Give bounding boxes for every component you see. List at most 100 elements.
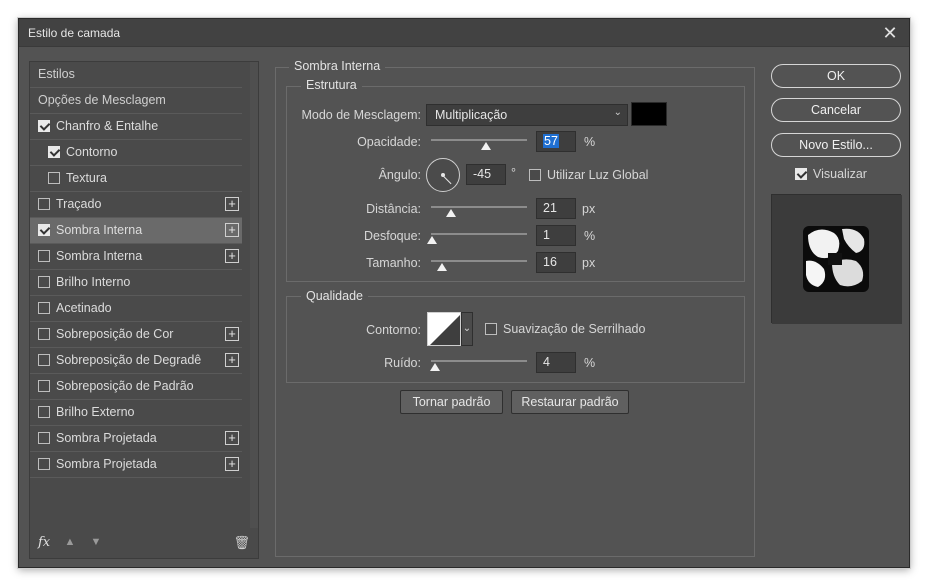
sidebar-item-label: Acetinado (56, 301, 112, 315)
sidebar-item-bevel-emboss[interactable]: Chanfro & Entalhe (30, 114, 242, 140)
checkbox[interactable] (38, 458, 50, 470)
size-input[interactable]: 16 (536, 252, 576, 273)
checkbox[interactable] (529, 169, 541, 181)
add-icon[interactable]: + (225, 249, 239, 263)
make-default-button[interactable]: Tornar padrão (400, 390, 503, 414)
angle-label: Ângulo: (378, 168, 421, 182)
opacity-input[interactable]: 57 (536, 131, 576, 152)
slider-thumb[interactable] (426, 236, 437, 244)
checkbox[interactable] (38, 432, 50, 444)
slider-thumb[interactable] (436, 263, 447, 271)
sidebar-scrollbar[interactable] (250, 62, 258, 528)
trash-icon[interactable]: 🗑 (233, 535, 250, 551)
sidebar-item-satin[interactable]: Acetinado (30, 296, 242, 322)
sidebar-item-label: Traçado (56, 197, 102, 211)
shadow-color-swatch[interactable] (631, 102, 667, 126)
sidebar-item-stroke[interactable]: Traçado + (30, 192, 242, 218)
checkbox[interactable] (485, 323, 497, 335)
sidebar-item-drop-shadow[interactable]: Sombra Projetada + (30, 426, 242, 452)
sidebar-item-drop-shadow-2[interactable]: Sombra Projetada + (30, 452, 242, 478)
sidebar-item-inner-shadow-active[interactable]: Sombra Interna + (30, 218, 242, 244)
choke-value: 1 (543, 228, 550, 242)
opacity-slider[interactable] (431, 137, 527, 151)
sidebar-item-texture[interactable]: Textura (30, 166, 242, 192)
add-icon[interactable]: + (225, 353, 239, 367)
sidebar-styles-header[interactable]: Estilos (30, 62, 242, 88)
distance-input[interactable]: 21 (536, 198, 576, 219)
sidebar-item-gradient-overlay[interactable]: Sobreposição de Degradê + (30, 348, 242, 374)
angle-needle (442, 175, 452, 185)
dialog-title: Estilo de camada (28, 26, 121, 40)
global-light-checkbox[interactable]: Utilizar Luz Global (529, 168, 648, 182)
slider-track (431, 233, 527, 235)
sidebar-item-pattern-overlay[interactable]: Sobreposição de Padrão (30, 374, 242, 400)
preview-checkbox[interactable]: Visualizar (795, 167, 867, 181)
checkbox[interactable] (795, 168, 807, 180)
checkbox[interactable] (38, 328, 50, 340)
ok-button[interactable]: OK (771, 64, 901, 88)
slider-track (431, 260, 527, 262)
title-bar: Estilo de camada ✕ (19, 19, 909, 47)
blend-mode-value: Multiplicação (435, 108, 508, 122)
sidebar-item-inner-shadow[interactable]: Sombra Interna + (30, 244, 242, 270)
antialias-checkbox[interactable]: Suavização de Serrilhado (485, 322, 645, 336)
angle-input[interactable]: -45 (466, 164, 506, 185)
angle-dial[interactable] (426, 158, 460, 192)
move-up-icon[interactable]: ▲ (64, 536, 76, 548)
preview-thumbnail (772, 195, 902, 324)
checkbox[interactable] (38, 250, 50, 262)
checkbox[interactable] (38, 302, 50, 314)
global-light-label: Utilizar Luz Global (547, 168, 649, 182)
new-style-button[interactable]: Novo Estilo... (771, 133, 901, 157)
slider-track (431, 139, 527, 141)
choke-input[interactable]: 1 (536, 225, 576, 246)
noise-value: 4 (543, 355, 550, 369)
add-icon[interactable]: + (225, 327, 239, 341)
choke-label: Desfoque: (364, 229, 421, 243)
contour-dropdown[interactable]: ⌄ (461, 312, 473, 346)
blend-mode-select[interactable]: Multiplicação ⌄ (426, 104, 628, 126)
checkbox[interactable] (38, 406, 50, 418)
sidebar-item-outer-glow[interactable]: Brilho Externo (30, 400, 242, 426)
add-icon[interactable]: + (225, 197, 239, 211)
checkbox[interactable] (38, 276, 50, 288)
contour-preview[interactable] (427, 312, 461, 346)
close-icon[interactable]: ✕ (879, 22, 901, 44)
angle-unit: ° (511, 166, 516, 180)
blend-mode-label: Modo de Mesclagem: (301, 108, 421, 122)
checkbox[interactable] (38, 380, 50, 392)
add-icon[interactable]: + (225, 457, 239, 471)
slider-thumb[interactable] (429, 363, 440, 371)
slider-thumb[interactable] (480, 142, 491, 150)
cancel-button[interactable]: Cancelar (771, 98, 901, 122)
reset-default-button[interactable]: Restaurar padrão (511, 390, 629, 414)
sidebar-item-label: Brilho Interno (56, 275, 131, 289)
noise-slider[interactable] (429, 358, 527, 372)
sidebar-blending-options[interactable]: Opções de Mesclagem (30, 88, 242, 114)
choke-slider[interactable] (426, 231, 527, 245)
slider-thumb[interactable] (446, 209, 457, 217)
distance-slider[interactable] (431, 204, 527, 218)
checkbox[interactable] (38, 224, 50, 236)
sidebar-item-inner-glow[interactable]: Brilho Interno (30, 270, 242, 296)
add-icon[interactable]: + (225, 223, 239, 237)
fx-icon[interactable]: fx (38, 535, 50, 550)
checkbox[interactable] (48, 146, 60, 158)
checkbox[interactable] (38, 120, 50, 132)
preview-label: Visualizar (813, 167, 867, 181)
checkbox[interactable] (38, 198, 50, 210)
checkbox[interactable] (38, 354, 50, 366)
size-slider[interactable] (431, 258, 527, 272)
sidebar-item-contour[interactable]: Contorno (30, 140, 242, 166)
opacity-value: 57 (543, 134, 559, 148)
move-down-icon[interactable]: ▼ (90, 536, 102, 548)
noise-input[interactable]: 4 (536, 352, 576, 373)
checkbox[interactable] (48, 172, 60, 184)
add-icon[interactable]: + (225, 431, 239, 445)
structure-legend: Estrutura (301, 78, 362, 92)
antialias-label: Suavização de Serrilhado (503, 322, 646, 336)
sidebar-item-color-overlay[interactable]: Sobreposição de Cor + (30, 322, 242, 348)
sidebar-item-label: Sombra Projetada (56, 457, 157, 471)
sidebar-item-label: Brilho Externo (56, 405, 135, 419)
panel-title: Sombra Interna (289, 59, 386, 73)
